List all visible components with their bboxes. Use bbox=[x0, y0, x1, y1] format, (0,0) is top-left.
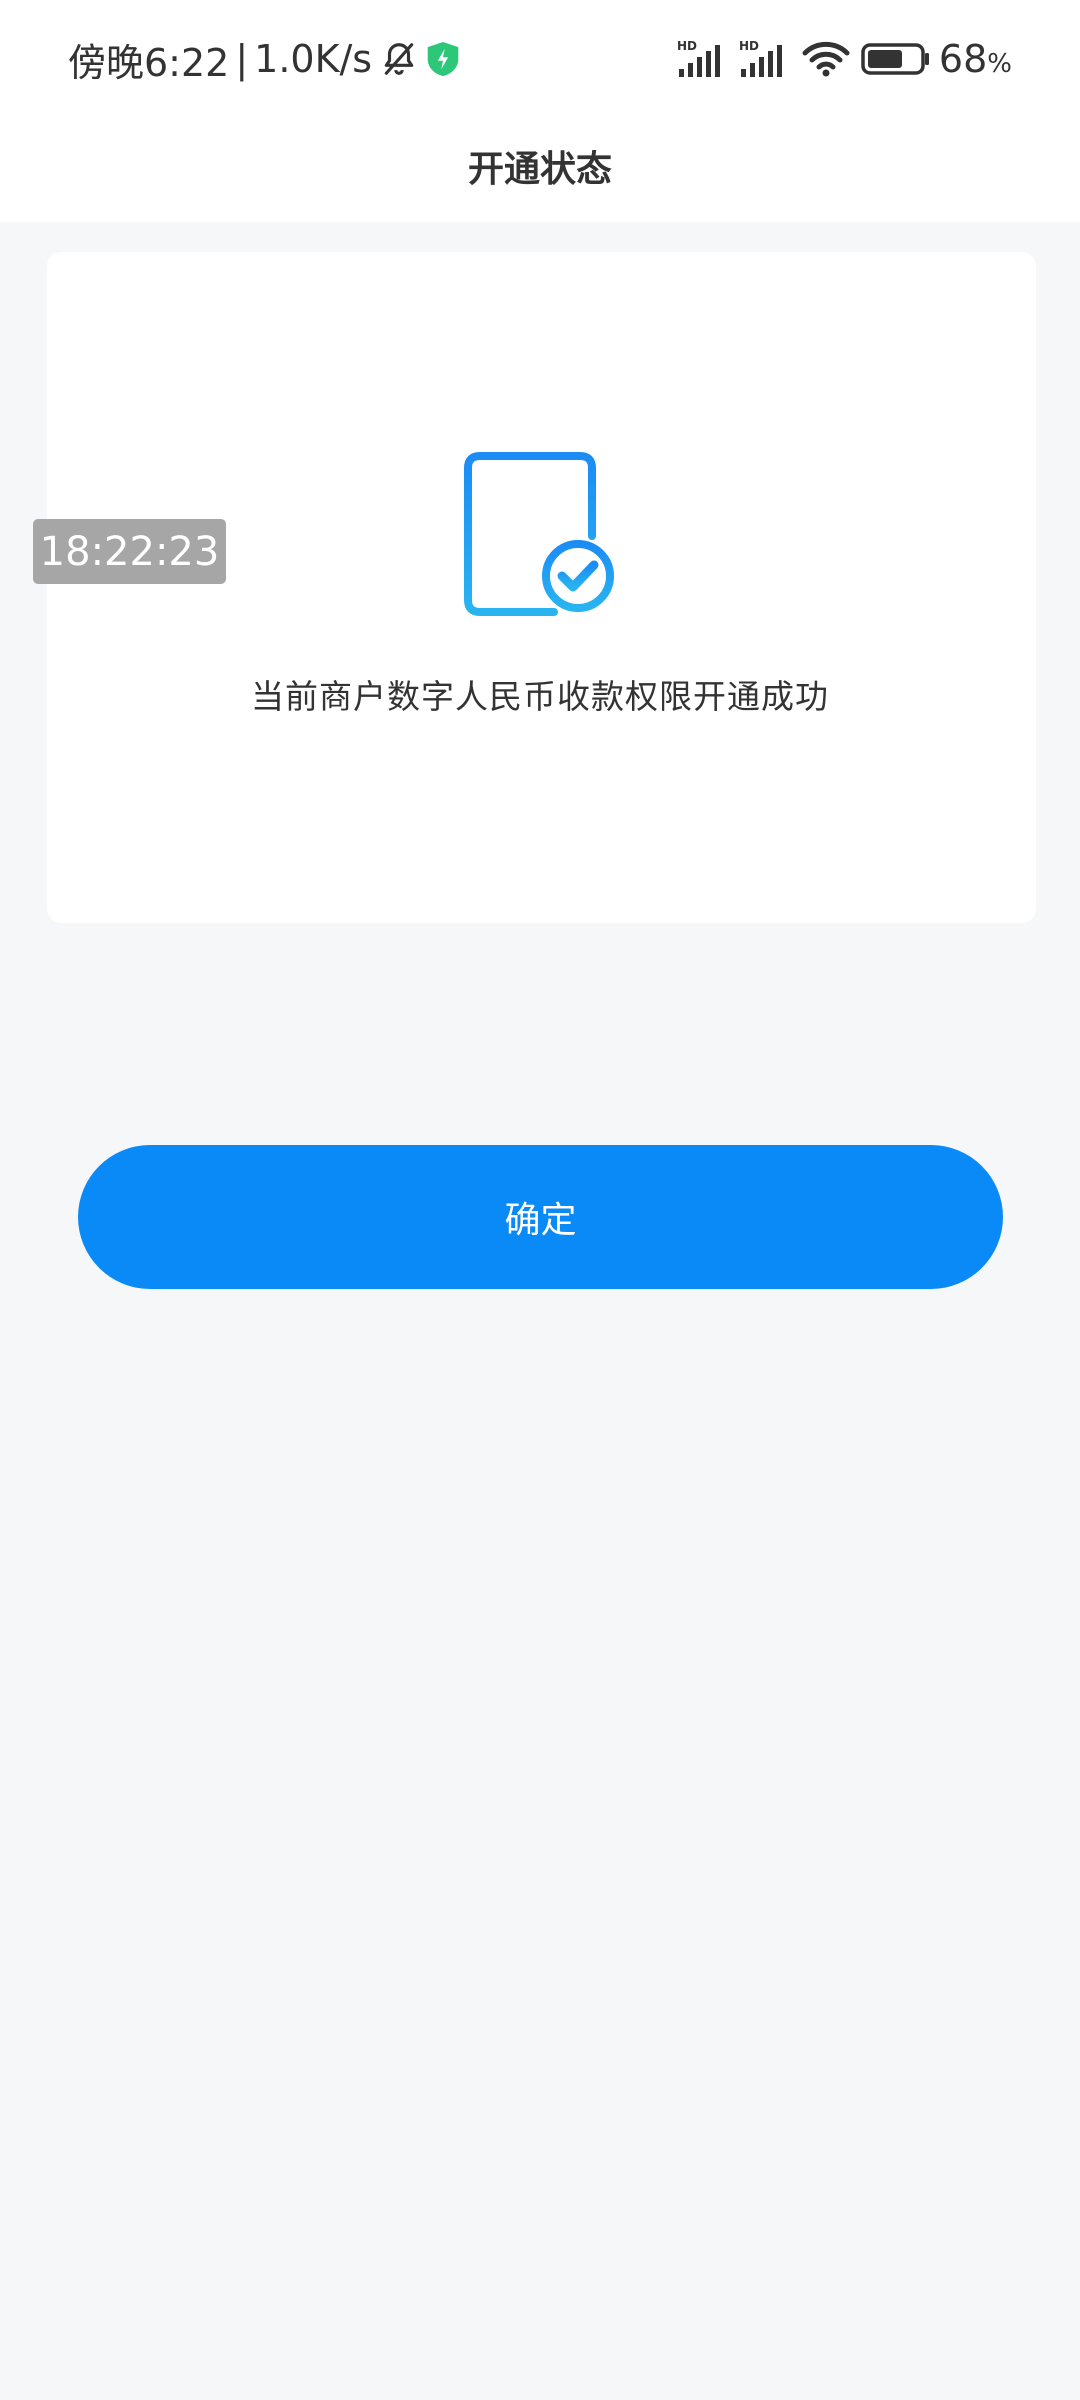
svg-text:HD: HD bbox=[739, 39, 759, 53]
status-left: 傍晚6:22 | 1.0K/s bbox=[68, 30, 460, 88]
status-separator: | bbox=[235, 37, 249, 81]
header: 开通状态 bbox=[0, 110, 1080, 222]
wifi-icon bbox=[801, 39, 851, 79]
status-time: 傍晚6:22 bbox=[68, 40, 230, 85]
battery-unit: % bbox=[987, 49, 1012, 79]
confirm-button[interactable]: 确定 bbox=[78, 1145, 1003, 1289]
shield-icon bbox=[426, 40, 460, 78]
signal-icon: HD bbox=[739, 39, 791, 79]
status-right: HD HD 68% bbox=[667, 30, 1012, 88]
battery-percentage: 68% bbox=[939, 37, 1012, 81]
signal-icon: HD bbox=[677, 39, 729, 79]
success-message: 当前商户数字人民币收款权限开通成功 bbox=[251, 677, 829, 716]
status-bar: 傍晚6:22 | 1.0K/s HD HD 68% bbox=[0, 0, 1080, 110]
document-check-icon bbox=[462, 452, 618, 620]
page-title: 开通状态 bbox=[467, 149, 612, 190]
svg-text:HD: HD bbox=[677, 39, 697, 53]
timestamp-overlay: 18:22:23 bbox=[33, 519, 226, 584]
battery-icon bbox=[861, 41, 931, 77]
bell-muted-icon bbox=[380, 40, 418, 78]
battery-value: 68 bbox=[938, 37, 988, 81]
network-speed: 1.0K/s bbox=[254, 37, 373, 81]
